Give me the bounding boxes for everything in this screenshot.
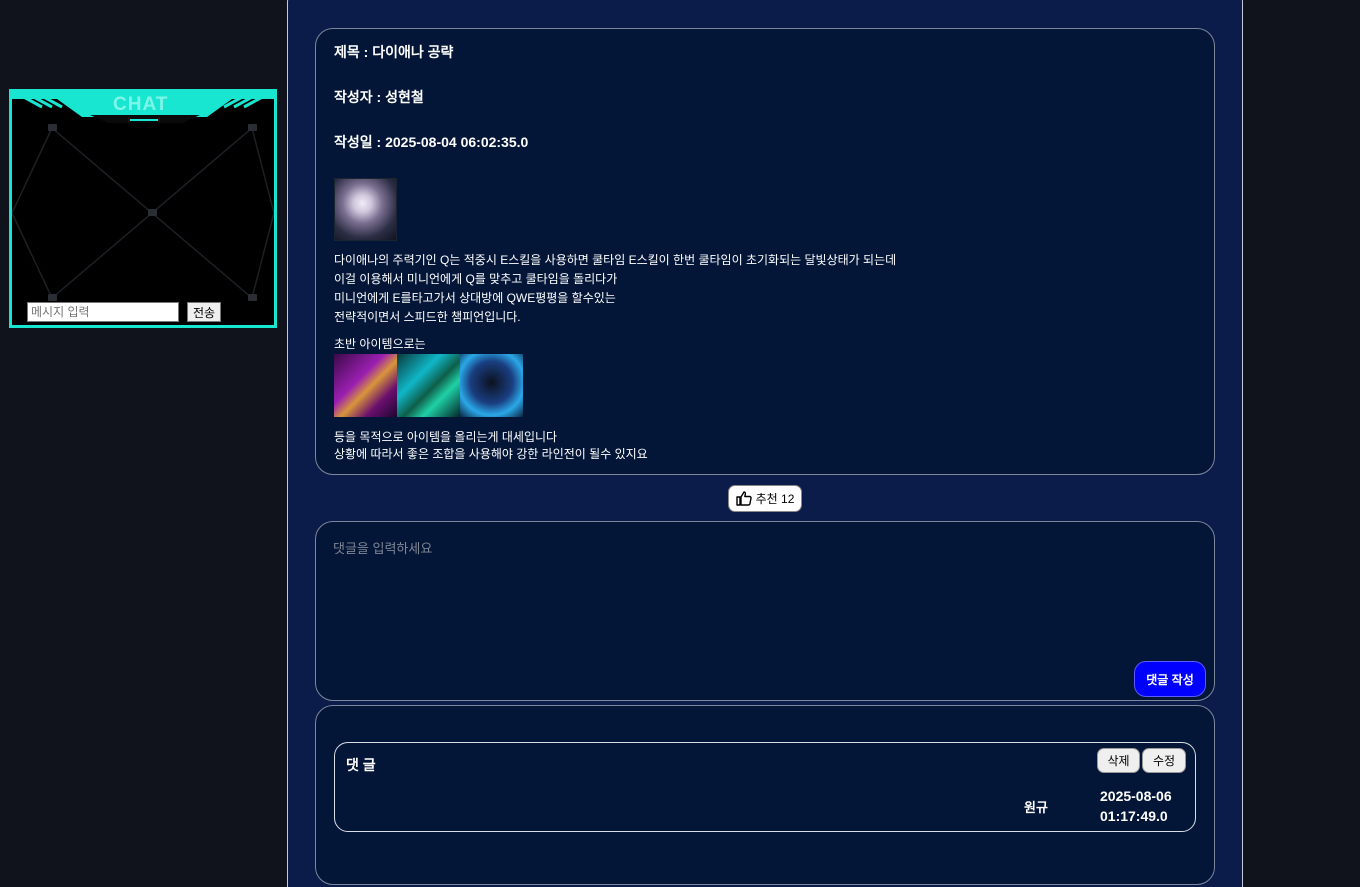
comment-heading: 댓 글 [346,757,376,773]
post-closing-line: 등을 목적으로 아이템을 올리는게 대세입니다 [334,430,558,444]
comments-section: 댓 글 삭제 수정 원규 2025-08-06 01:17:49.0 [315,705,1215,885]
chat-message-input[interactable] [27,302,179,322]
comment-author: 원규 [1024,800,1048,815]
item-image [397,354,460,417]
post-body: 다이애나의 주력기인 Q는 적중시 E스킬을 사용하면 쿨타임 E스킬이 한번 … [334,251,1196,327]
items-label: 초반 아이템으로는 [334,337,426,351]
chat-frame-decoration [12,93,274,301]
submit-comment-button[interactable]: 댓글 작성 [1134,661,1206,697]
like-button[interactable]: 추천 12 [728,485,802,512]
post-content: 제목 : 다이애나 공략 작성자 : 성현철 작성일 : 2025-08-04 … [315,28,1215,475]
post-date: 작성일 : 2025-08-04 06:02:35.0 [334,134,529,150]
item-images [334,354,1196,417]
post-closing: 등을 목적으로 아이템을 올리는게 대세입니다 상황에 따라서 좋은 조합을 사… [334,429,1196,463]
like-label: 추천 12 [755,492,795,506]
post-body-line: 전략적이면서 스피드한 챔피언입니다. [334,310,521,324]
thumbs-up-icon [735,491,752,506]
post-body-line: 다이애나의 주력기인 Q는 적중시 E스킬을 사용하면 쿨타임 E스킬이 한번 … [334,253,897,267]
post-author: 작성자 : 성현철 [334,89,424,105]
champion-portrait-image [334,178,397,241]
comment-date: 2025-08-06 01:17:49.0 [1100,786,1172,826]
comment-date-time: 01:17:49.0 [1100,808,1168,824]
delete-comment-button[interactable]: 삭제 [1097,748,1140,773]
item-image [460,354,523,417]
chat-widget: CHAT 전송 [9,89,277,328]
post-closing-line: 상황에 따라서 좋은 조합을 사용해야 강한 라인전이 될수 있지요 [334,447,648,461]
comment-card: 댓 글 삭제 수정 원규 2025-08-06 01:17:49.0 [334,742,1196,832]
item-image [334,354,397,417]
comment-date-day: 2025-08-06 [1100,788,1172,804]
edit-comment-button[interactable]: 수정 [1142,748,1186,773]
post-title: 제목 : 다이애나 공략 [334,44,454,60]
chat-logo: CHAT [113,94,169,115]
main-panel: 제목 : 다이애나 공략 작성자 : 성현철 작성일 : 2025-08-04 … [287,0,1243,887]
post-body-line: 미니언에게 E를타고가서 상대방에 QWE평평을 할수있는 [334,291,616,305]
comment-textarea[interactable] [316,522,1214,700]
post-body-line: 이걸 이용해서 미니언에게 Q를 맞추고 쿨타임을 돌리다가 [334,272,618,286]
chat-send-button[interactable]: 전송 [187,302,221,322]
comment-form: 댓글 작성 [315,521,1215,701]
